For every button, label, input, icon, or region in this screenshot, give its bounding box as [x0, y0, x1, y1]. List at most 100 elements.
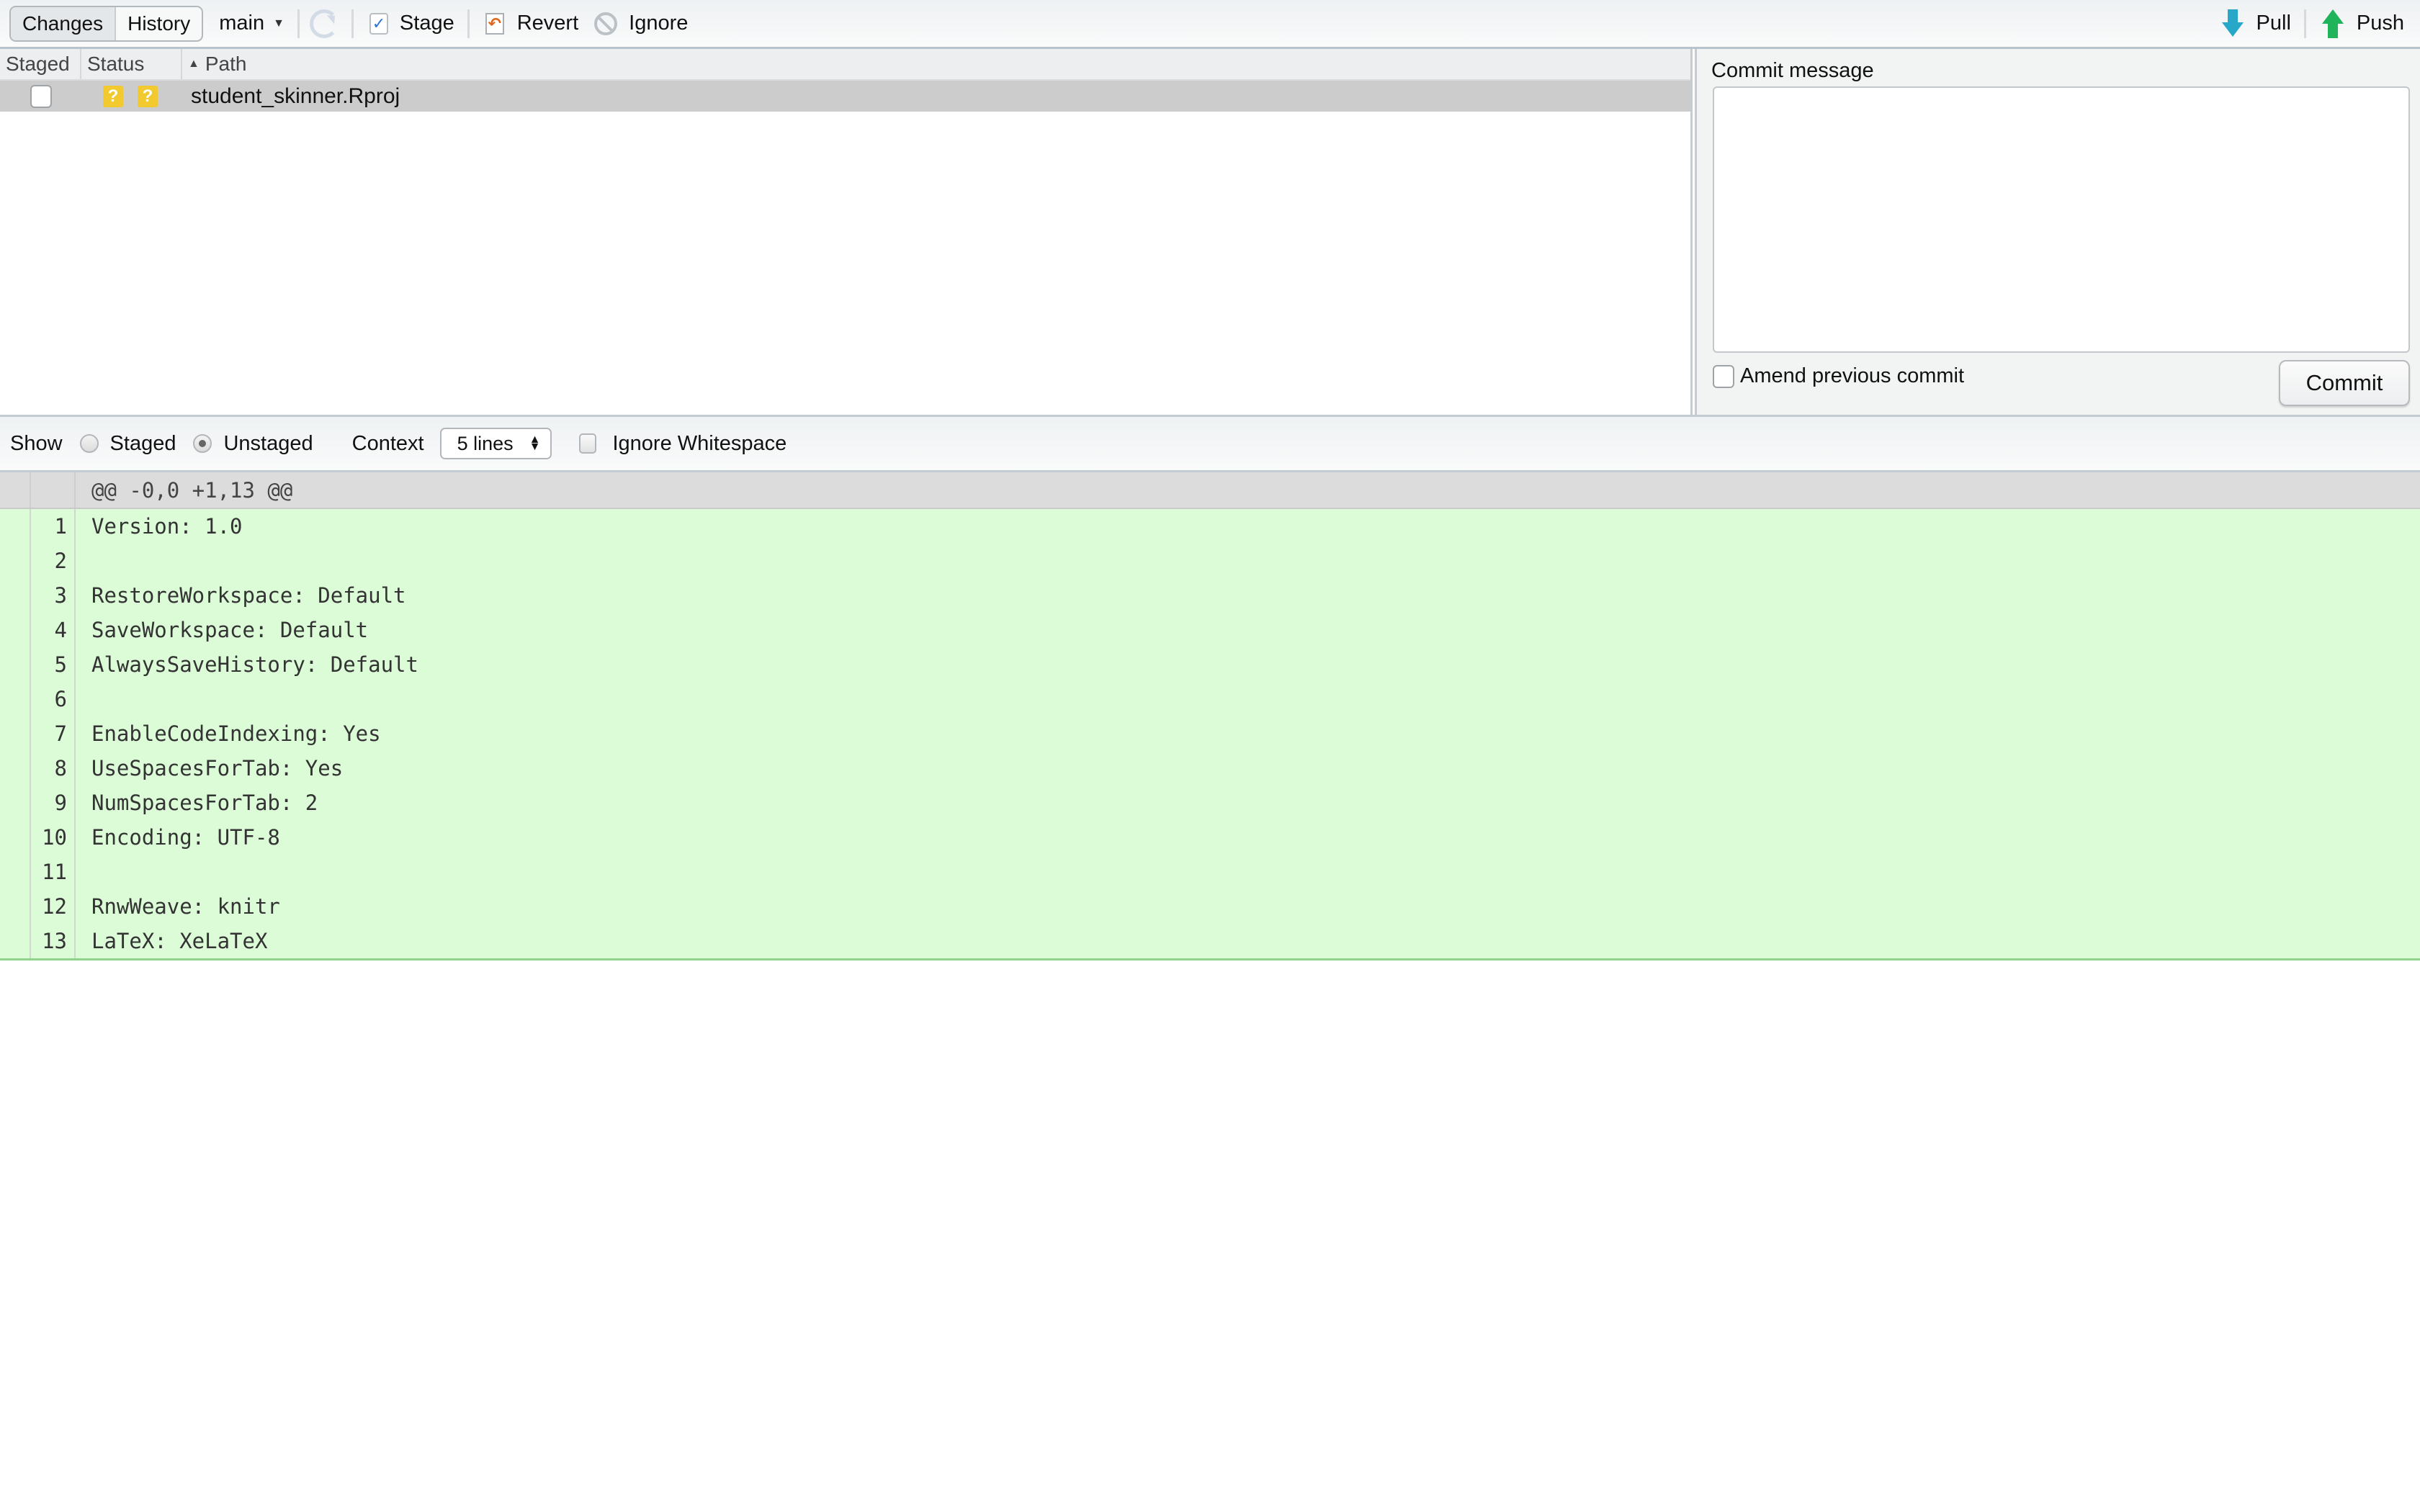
diff-line-added: 10 Encoding: UTF-8 — [0, 820, 2420, 855]
diff-line-added: 3 RestoreWorkspace: Default — [0, 578, 2420, 613]
line-content: LaTeX: XeLaTeX — [91, 929, 268, 953]
line-content: RnwWeave: knitr — [91, 894, 280, 919]
gutter-old — [0, 578, 31, 613]
diff-line-added: 7 EnableCodeIndexing: Yes — [0, 716, 2420, 751]
staged-radio-label: Staged — [109, 431, 176, 455]
table-header: Staged Status ▲ Path — [0, 49, 1690, 81]
diff-view: @@ -0,0 +1,13 @@ 1 Version: 1.0 2 3 RestoreW… — [0, 472, 2420, 960]
commit-message-label: Commit message — [1711, 59, 1874, 82]
line-content — [76, 544, 91, 578]
column-header-path-label: Path — [205, 53, 247, 75]
gutter-new — [31, 472, 76, 508]
toolbar-divider — [351, 9, 354, 38]
line-number: 10 — [31, 820, 76, 855]
view-switcher: Changes History — [9, 5, 204, 42]
diff-toolbar: Show Staged Unstaged Context 5 lines ▲ ▼ … — [0, 415, 2420, 472]
context-select[interactable]: 5 lines ▲ ▼ — [439, 428, 552, 459]
diff-line-added: 5 AlwaysSaveHistory: Default — [0, 647, 2420, 682]
line-number: 1 — [31, 509, 76, 544]
line-number: 6 — [31, 682, 76, 716]
amend-label: Amend previous commit — [1740, 364, 1965, 387]
stage-button[interactable]: ✓ Stage — [369, 12, 454, 35]
diff-line-added: 8 UseSpacesForTab: Yes — [0, 751, 2420, 786]
toolbar-divider — [2303, 9, 2306, 38]
line-content — [76, 855, 91, 889]
column-header-path[interactable]: ▲ Path — [182, 49, 1690, 79]
arrow-up-icon — [2321, 9, 2344, 38]
tab-changes[interactable]: Changes — [11, 6, 117, 40]
prohibited-icon — [594, 12, 618, 35]
push-label: Push — [2356, 12, 2404, 35]
gutter-old — [0, 889, 31, 924]
gutter-old — [0, 682, 31, 716]
line-content: NumSpacesForTab: 2 — [91, 791, 318, 815]
pull-label: Pull — [2256, 12, 2291, 35]
staged-checkbox[interactable] — [30, 84, 52, 108]
commit-button[interactable]: Commit — [2279, 360, 2410, 406]
line-content: SaveWorkspace: Default — [91, 618, 369, 642]
gutter-old — [0, 786, 31, 820]
line-number: 11 — [31, 855, 76, 889]
refresh-icon[interactable] — [309, 9, 339, 38]
diff-line-added: 1 Version: 1.0 — [0, 509, 2420, 544]
stage-label: Stage — [399, 12, 454, 35]
push-button[interactable]: Push — [2321, 9, 2404, 38]
ignore-button[interactable]: Ignore — [594, 12, 688, 35]
diff-line-added: 12 RnwWeave: knitr — [0, 889, 2420, 924]
git-toolbar: Changes History main ▼ ✓ Stage ↶ Revert … — [0, 0, 2420, 49]
stepper-arrows-icon: ▲ ▼ — [529, 433, 541, 453]
staged-radio[interactable] — [79, 434, 99, 453]
ignore-label: Ignore — [629, 12, 689, 35]
gutter-old — [0, 820, 31, 855]
unstaged-radio-label: Unstaged — [223, 431, 313, 455]
pull-button[interactable]: Pull — [2221, 9, 2291, 38]
line-content: AlwaysSaveHistory: Default — [91, 652, 418, 677]
remote-actions: Pull Push — [2206, 9, 2404, 38]
status-untracked-badge: ? — [103, 85, 123, 107]
line-number: 4 — [31, 613, 76, 647]
checkbox-check-icon: ✓ — [369, 12, 388, 35]
line-content: RestoreWorkspace: Default — [91, 583, 406, 608]
hunk-header-text: @@ -0,0 +1,13 @@ — [91, 477, 293, 503]
table-row[interactable]: ? ? student_skinner.Rproj — [0, 81, 1690, 112]
diff-line-added: 11 — [0, 855, 2420, 889]
column-header-status[interactable]: Status — [81, 49, 182, 79]
column-header-staged[interactable]: Staged — [0, 49, 81, 79]
amend-option[interactable]: Amend previous commit — [1713, 364, 1964, 388]
revert-button[interactable]: ↶ Revert — [485, 12, 578, 35]
unstaged-radio[interactable] — [193, 434, 212, 453]
branch-name: main — [219, 12, 265, 35]
status-untracked-badge: ? — [138, 85, 158, 107]
gutter-old — [0, 509, 31, 544]
toolbar-divider — [467, 9, 470, 38]
diff-lines: 1 Version: 1.0 2 3 RestoreWorkspace: Default… — [0, 509, 2420, 958]
line-content: UseSpacesForTab: Yes — [91, 756, 344, 780]
branch-dropdown[interactable]: main ▼ — [219, 12, 284, 35]
ignore-whitespace-checkbox[interactable] — [579, 433, 597, 454]
line-content: Encoding: UTF-8 — [91, 825, 280, 850]
context-value: 5 lines — [457, 432, 514, 454]
file-path: student_skinner.Rproj — [191, 84, 400, 108]
commit-panel: Commit message Amend previous commit Com… — [1695, 49, 2420, 415]
context-label: Context — [351, 431, 424, 455]
line-number: 8 — [31, 751, 76, 786]
commit-message-input[interactable] — [1713, 86, 2410, 353]
gutter-old — [0, 751, 31, 786]
line-number: 7 — [31, 716, 76, 751]
diff-line-added: 13 LaTeX: XeLaTeX — [0, 924, 2420, 958]
line-number: 3 — [31, 578, 76, 613]
arrow-down-icon — [2221, 9, 2244, 38]
tab-history[interactable]: History — [116, 7, 202, 40]
changed-files-table: Staged Status ▲ Path ? ? student_skinner… — [0, 49, 1693, 415]
line-number: 5 — [31, 647, 76, 682]
gutter-old — [0, 472, 31, 508]
toolbar-divider — [297, 9, 300, 38]
gutter-old — [0, 716, 31, 751]
gutter-old — [0, 613, 31, 647]
hunk-header: @@ -0,0 +1,13 @@ — [0, 472, 2420, 509]
diff-line-added: 6 — [0, 682, 2420, 716]
line-content: Version: 1.0 — [91, 514, 243, 539]
revert-label: Revert — [516, 12, 579, 35]
chevron-down-icon: ▼ — [273, 17, 284, 30]
amend-checkbox[interactable] — [1713, 364, 1734, 388]
